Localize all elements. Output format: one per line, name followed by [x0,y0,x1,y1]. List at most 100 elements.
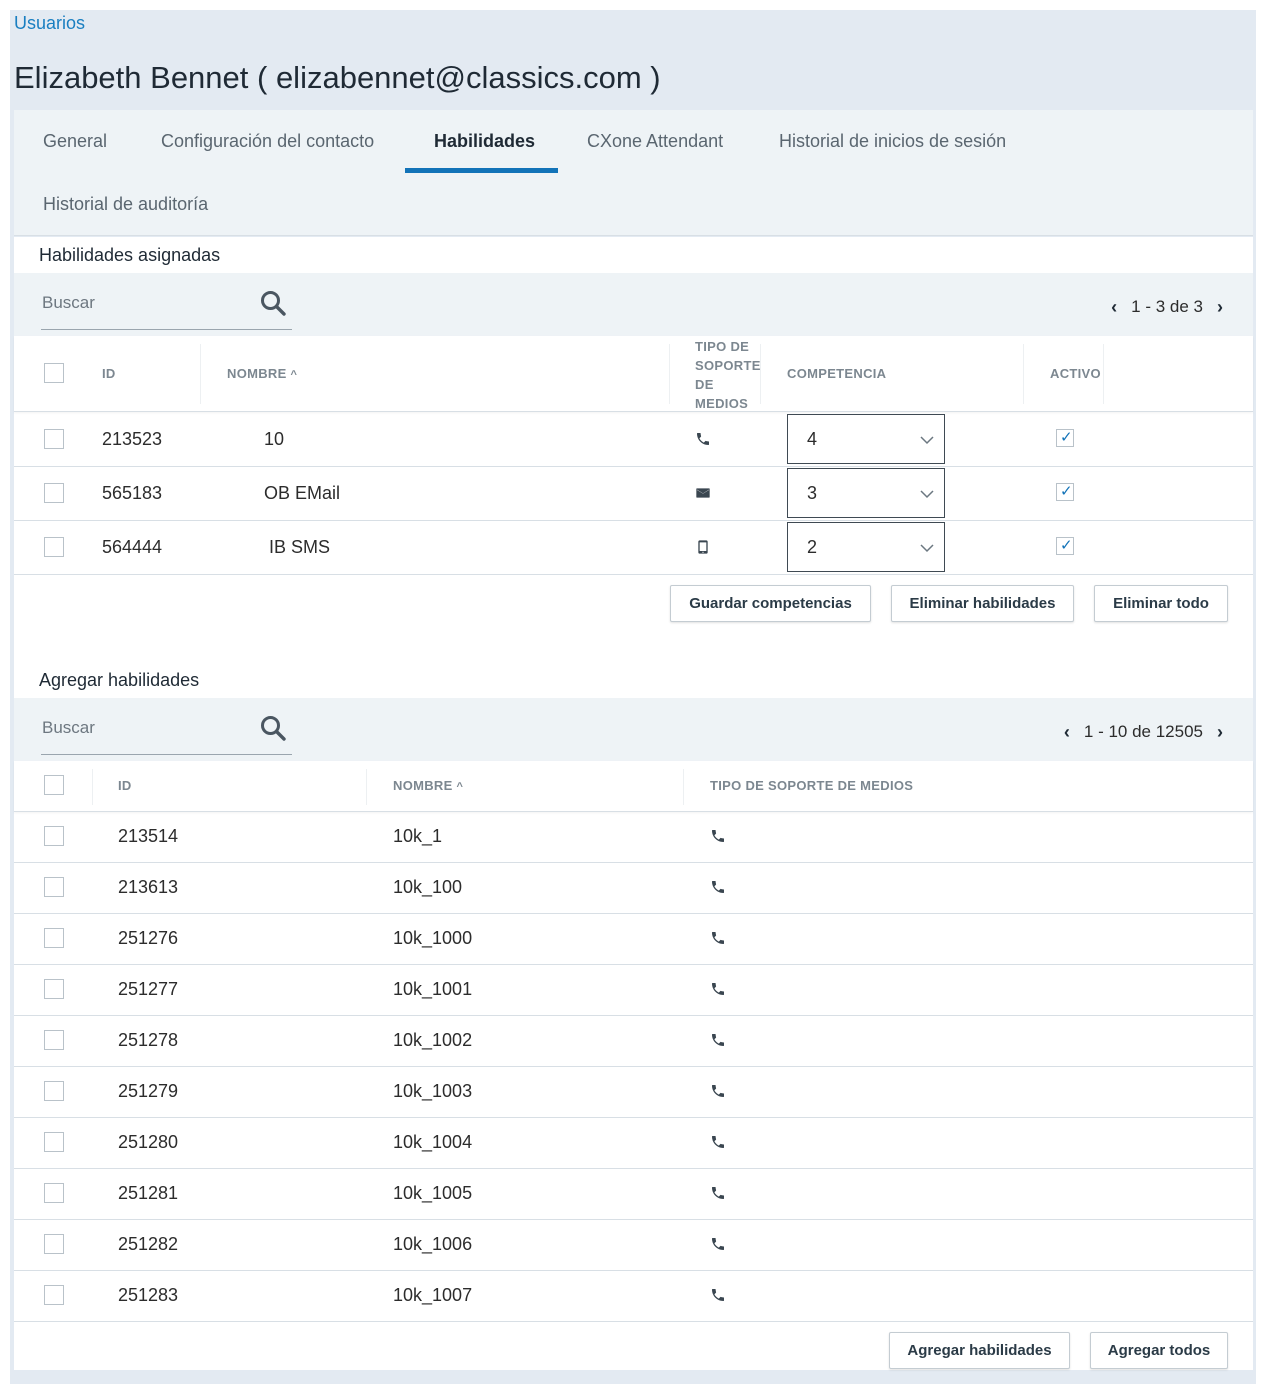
phone-icon [697,433,709,445]
skill-name: 10k_1007 [393,1285,473,1305]
assigned-header-active[interactable]: ACTIVO [1050,366,1101,381]
phone-icon [712,1085,724,1097]
assigned-header-id[interactable]: ID [102,366,116,381]
row-checkbox[interactable] [44,877,64,897]
skill-id: 565183 [102,483,163,503]
row-checkbox[interactable] [44,1030,64,1050]
add-select-all-checkbox[interactable] [44,775,64,795]
phone-icon [712,1136,724,1148]
checkmark-icon: ✓ [1060,483,1073,500]
add-skills-button[interactable]: Agregar habilidades [889,1332,1070,1369]
column-divider [683,769,684,805]
skill-name: 10k_1000 [393,928,473,948]
phone-icon [712,1187,724,1199]
phone-icon [712,1034,724,1046]
column-divider [1023,344,1024,404]
skill-id: 213514 [118,826,179,846]
proficiency-select[interactable]: 3 [787,468,945,518]
row-checkbox[interactable] [44,928,64,948]
row-checkbox[interactable] [44,1081,64,1101]
skill-id: 251278 [118,1030,179,1050]
assigned-select-all-checkbox[interactable] [44,363,64,383]
row-checkbox[interactable] [44,1285,64,1305]
tab-audit-history[interactable]: Historial de auditoría [43,194,208,215]
active-tab-indicator [405,168,558,173]
skill-id: 251280 [118,1132,179,1152]
proficiency-value: 3 [807,483,818,503]
add-header-id[interactable]: ID [118,778,132,793]
chevron-left-icon[interactable]: ‹ [1111,298,1117,316]
assigned-header-proficiency[interactable]: COMPETENCIA [787,366,886,381]
add-pager-text: 1 - 10 de 12505 [1083,722,1203,741]
column-divider [92,769,93,805]
add-table-row: 251278 10k_1002 [14,1016,1253,1067]
assigned-header-media-line: TIPO DE [695,339,750,354]
breadcrumb-usuarios[interactable]: Usuarios [14,13,85,34]
proficiency-select[interactable]: 4 [787,414,945,464]
tab-cxone-attendant[interactable]: CXone Attendant [587,131,723,152]
tab-skills[interactable]: Habilidades [434,131,535,152]
remove-skills-button[interactable]: Eliminar habilidades [891,585,1074,622]
active-checkbox[interactable]: ✓ [1056,429,1074,447]
assigned-header-media[interactable]: TIPO DE SOPORTE DE MEDIOS [695,337,761,413]
assigned-search-input[interactable] [42,293,242,313]
save-proficiency-button[interactable]: Guardar competencias [670,585,871,622]
row-checkbox[interactable] [44,826,64,846]
add-table-header: ID NOMBRE ^ TIPO DE SOPORTE DE MEDIOS [14,761,1253,812]
chevron-right-icon[interactable]: › [1217,723,1223,741]
row-checkbox[interactable] [44,1132,64,1152]
row-checkbox[interactable] [44,429,64,449]
remove-all-button[interactable]: Eliminar todo [1094,585,1228,622]
skill-id: 251277 [118,979,179,999]
active-checkbox[interactable]: ✓ [1056,537,1074,555]
chevron-left-icon[interactable]: ‹ [1064,723,1070,741]
chevron-down-icon [920,436,934,445]
assigned-header-media-line: DE [695,377,714,392]
assigned-header-name-label: NOMBRE [227,366,287,381]
tab-general[interactable]: General [43,131,107,152]
add-table-row: 251283 10k_1007 [14,1271,1253,1322]
search-icon[interactable] [260,290,286,316]
assigned-table-row: 565183 OB EMail 3 ✓ [14,467,1253,521]
assigned-table-header: ID NOMBRE ^ TIPO DE SOPORTE DE MEDIOS CO… [14,336,1253,412]
email-icon [696,488,710,498]
mobile-icon [698,540,708,554]
row-checkbox[interactable] [44,537,64,557]
column-divider [200,344,201,404]
skill-id: 251281 [118,1183,179,1203]
row-checkbox[interactable] [44,483,64,503]
assigned-table-row: 564444 IB SMS 2 ✓ [14,521,1253,575]
add-table-row: 213514 10k_1 [14,812,1253,863]
add-pager: ‹ 1 - 10 de 12505 › [1064,722,1223,742]
assigned-skills-title: Habilidades asignadas [39,245,221,265]
row-checkbox[interactable] [44,1183,64,1203]
assigned-header-name[interactable]: NOMBRE ^ [227,366,297,381]
skill-id: 251276 [118,928,179,948]
skill-id: 564444 [102,537,163,557]
tab-contact-settings[interactable]: Configuración del contacto [161,131,374,152]
row-checkbox[interactable] [44,1234,64,1254]
checkmark-icon: ✓ [1060,537,1073,554]
add-header-media[interactable]: TIPO DE SOPORTE DE MEDIOS [710,778,913,793]
skill-name: 10k_1004 [393,1132,473,1152]
row-checkbox[interactable] [44,979,64,999]
skill-name: 10k_1005 [393,1183,473,1203]
checkmark-icon: ✓ [1060,429,1073,446]
chevron-right-icon[interactable]: › [1217,298,1223,316]
skill-name: 10 [264,429,285,449]
chevron-down-icon [920,544,934,553]
active-checkbox[interactable]: ✓ [1056,483,1074,501]
skill-name: OB EMail [264,483,341,503]
assigned-pager: ‹ 1 - 3 de 3 › [1111,297,1223,317]
add-header-name[interactable]: NOMBRE ^ [393,778,463,793]
add-search-input[interactable] [42,718,242,738]
tab-bar [14,110,1253,236]
add-table-row: 251282 10k_1006 [14,1220,1253,1271]
add-all-button[interactable]: Agregar todos [1090,1332,1228,1369]
search-icon[interactable] [260,715,286,741]
proficiency-value: 2 [807,537,818,557]
proficiency-select[interactable]: 2 [787,522,945,572]
tab-login-history[interactable]: Historial de inicios de sesión [779,131,1006,152]
add-header-name-label: NOMBRE [393,778,453,793]
skill-name: 10k_100 [393,877,463,897]
